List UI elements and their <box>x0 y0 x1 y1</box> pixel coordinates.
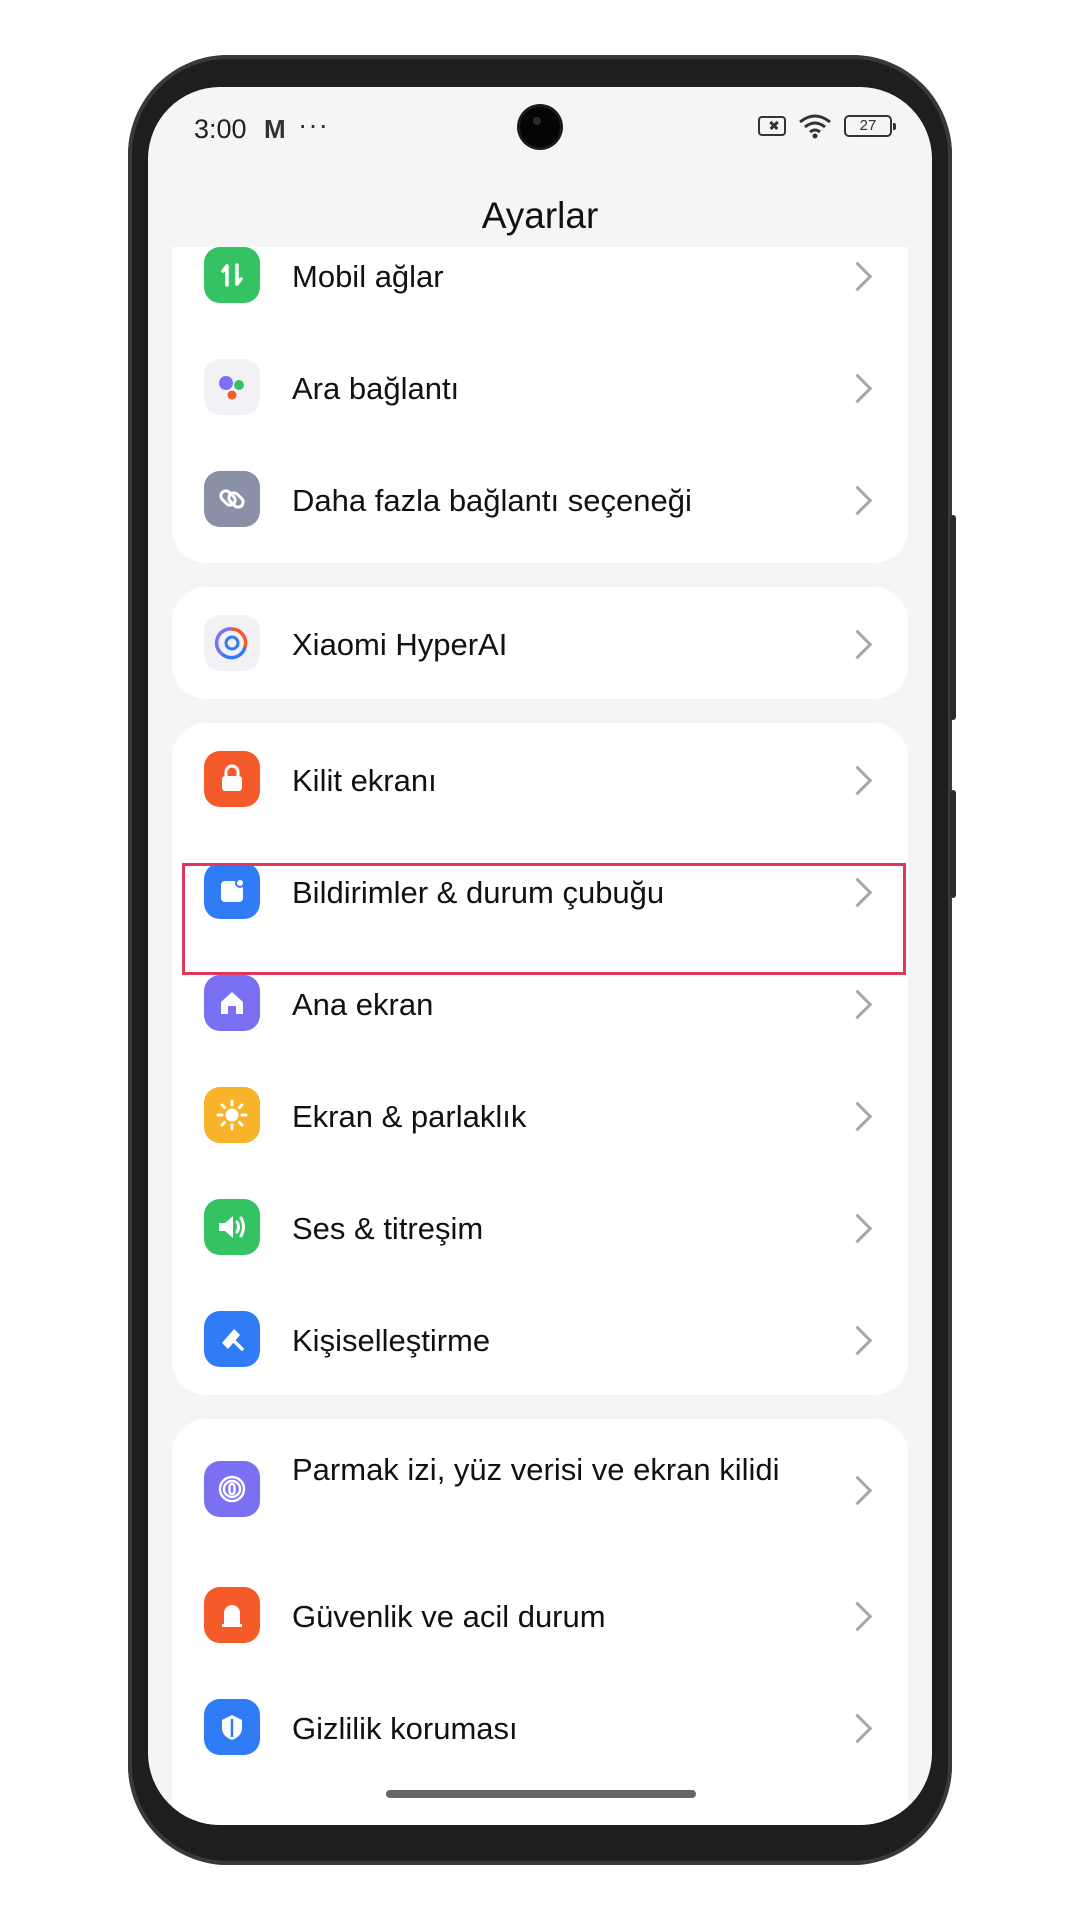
settings-item-label: Mobil ağlar <box>292 259 444 294</box>
privacy-icon <box>204 1699 260 1755</box>
chevron-right-icon <box>842 1101 873 1132</box>
settings-group-display: Kilit ekranı Bildirimler & durum çubuğu … <box>172 723 908 1395</box>
home-indicator[interactable] <box>386 1790 696 1798</box>
settings-item-label: Daha fazla bağlantı seçeneği <box>292 483 692 518</box>
chevron-right-icon <box>842 1713 873 1744</box>
settings-item-label: Ara bağlantı <box>292 371 460 406</box>
settings-item-sound-vibration[interactable]: Ses & titreşim <box>172 1171 908 1283</box>
screen: 3:00 M ··· 27 Ayarlar Mobil ağlar Ara ba… <box>148 87 932 1825</box>
settings-item-label: Kilit ekranı <box>292 763 437 798</box>
settings-item-fingerprint[interactable]: Parmak izi, yüz verisi ve ekran kilidi <box>172 1419 908 1559</box>
settings-item-hyperai[interactable]: Xiaomi HyperAI <box>172 587 908 699</box>
settings-item-personalization[interactable]: Kişiselleştirme <box>172 1283 908 1395</box>
settings-group-security: Parmak izi, yüz verisi ve ekran kilidi G… <box>172 1419 908 1825</box>
lock-icon <box>204 751 260 807</box>
front-camera <box>520 107 560 147</box>
chevron-right-icon <box>842 1325 873 1356</box>
home-icon <box>204 975 260 1031</box>
settings-item-label: Ekran & parlaklık <box>292 1099 527 1134</box>
volume-button <box>950 515 956 720</box>
emergency-icon <box>204 1587 260 1643</box>
chevron-right-icon <box>842 485 873 516</box>
settings-item-interconnect[interactable]: Ara bağlantı <box>172 331 908 443</box>
chevron-right-icon <box>842 1475 873 1506</box>
no-sim-icon <box>758 116 786 136</box>
chevron-right-icon <box>842 629 873 660</box>
settings-item-label: Xiaomi HyperAI <box>292 627 508 662</box>
fingerprint-icon <box>204 1461 260 1517</box>
sun-icon <box>204 1087 260 1143</box>
settings-item-label: Gizlilik koruması <box>292 1711 518 1746</box>
chevron-right-icon <box>842 261 873 292</box>
settings-item-label: Ana ekran <box>292 987 434 1022</box>
settings-group-connectivity: Mobil ağlar Ara bağlantı Daha fazla bağl… <box>172 247 908 563</box>
page-title: Ayarlar <box>481 195 599 236</box>
settings-item-label: Parmak izi, yüz verisi ve ekran kilidi <box>292 1452 780 1487</box>
battery-icon: 27 <box>844 115 896 137</box>
highlight-box <box>182 863 906 975</box>
chevron-right-icon <box>842 989 873 1020</box>
chevron-right-icon <box>842 373 873 404</box>
settings-item-security-emergency[interactable]: Güvenlik ve acil durum <box>172 1559 908 1671</box>
link-icon <box>204 471 260 527</box>
power-button <box>950 790 956 898</box>
settings-item-mobile-networks[interactable]: Mobil ağlar <box>172 247 908 331</box>
settings-item-display-brightness[interactable]: Ekran & parlaklık <box>172 1059 908 1171</box>
settings-item-privacy[interactable]: Gizlilik koruması <box>172 1671 908 1783</box>
settings-item-label: Güvenlik ve acil durum <box>292 1599 606 1634</box>
settings-item-label: Ses & titreşim <box>292 1211 484 1246</box>
hyperai-icon <box>204 615 260 671</box>
brush-icon <box>204 1311 260 1367</box>
chevron-right-icon <box>842 1213 873 1244</box>
status-time: 3:00 <box>194 114 247 144</box>
interconnect-icon <box>204 359 260 415</box>
settings-item-more-connections[interactable]: Daha fazla bağlantı seçeneği <box>172 443 908 555</box>
settings-group-ai: Xiaomi HyperAI <box>172 587 908 699</box>
mobile-data-icon <box>204 247 260 303</box>
mail-icon: M <box>264 114 286 144</box>
speaker-icon <box>204 1199 260 1255</box>
status-right-icons: 27 <box>758 113 896 139</box>
settings-item-label: Kişiselleştirme <box>292 1323 491 1358</box>
chevron-right-icon <box>842 765 873 796</box>
wifi-icon <box>799 114 831 139</box>
more-notifications-icon: ··· <box>298 109 329 140</box>
chevron-right-icon <box>842 1601 873 1632</box>
settings-item-lock-screen[interactable]: Kilit ekranı <box>172 723 908 835</box>
